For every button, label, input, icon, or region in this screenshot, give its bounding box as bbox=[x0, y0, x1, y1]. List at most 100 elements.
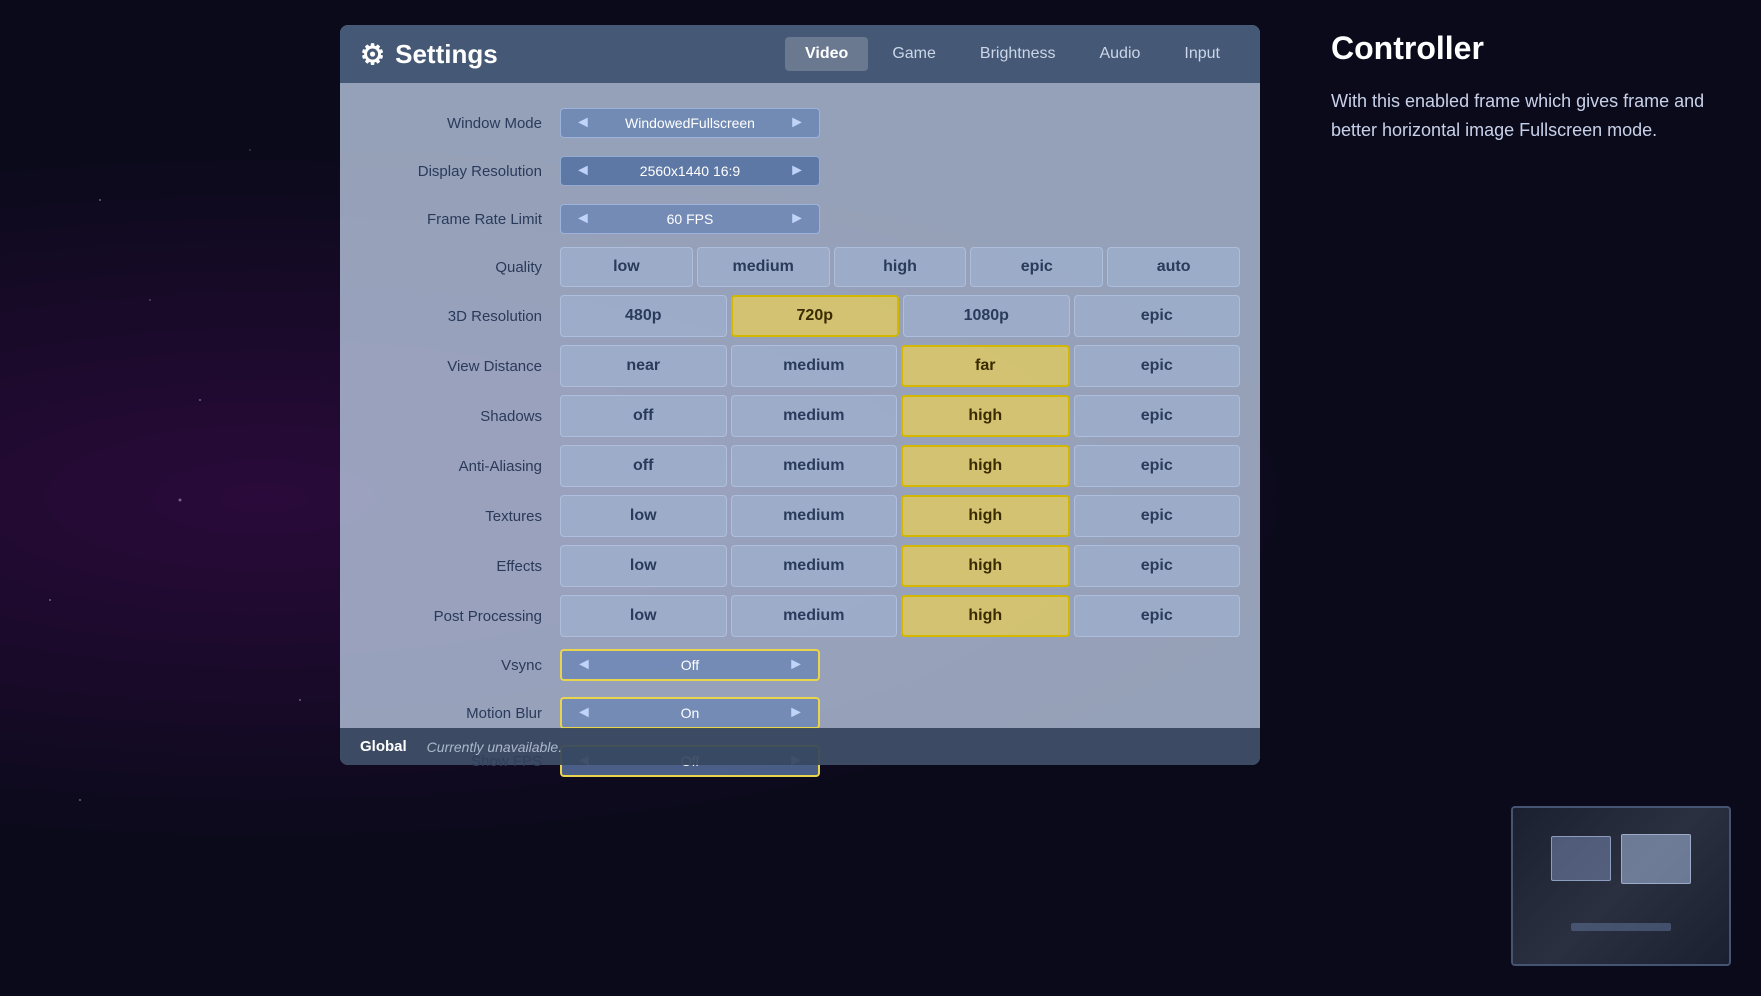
res-1080p[interactable]: 1080p bbox=[903, 295, 1070, 337]
settings-title: ⚙ Settings bbox=[360, 38, 498, 71]
view-distance-label: View Distance bbox=[360, 358, 560, 375]
monitor-right bbox=[1621, 834, 1691, 884]
tab-input[interactable]: Input bbox=[1164, 37, 1240, 71]
anti-aliasing-btn-row: off medium high epic bbox=[560, 445, 1240, 487]
motion-blur-value: On bbox=[596, 705, 784, 721]
monitor-left bbox=[1551, 836, 1611, 881]
post-processing-label: Post Processing bbox=[360, 608, 560, 625]
window-mode-next[interactable]: ► bbox=[785, 114, 809, 132]
quality-row: Quality low medium high epic auto bbox=[360, 247, 1240, 287]
display-resolution-value: 2560x1440 16:9 bbox=[595, 163, 785, 179]
vsync-value: Off bbox=[596, 657, 784, 673]
shadows-label: Shadows bbox=[360, 408, 560, 425]
motion-blur-row: Motion Blur ◄ On ► bbox=[360, 693, 1240, 733]
vsync-selector[interactable]: ◄ Off ► bbox=[560, 649, 820, 681]
textures-row: Textures low medium high epic bbox=[360, 495, 1240, 537]
ef-medium[interactable]: medium bbox=[731, 545, 898, 587]
quality-epic[interactable]: epic bbox=[970, 247, 1103, 287]
sh-high[interactable]: high bbox=[901, 395, 1070, 437]
aa-high[interactable]: high bbox=[901, 445, 1070, 487]
settings-content: Window Mode ◄ WindowedFullscreen ► Displ… bbox=[340, 83, 1260, 799]
anti-aliasing-label: Anti-Aliasing bbox=[360, 458, 560, 475]
quality-auto[interactable]: auto bbox=[1107, 247, 1240, 287]
pp-epic[interactable]: epic bbox=[1074, 595, 1241, 637]
3d-resolution-row: 3D Resolution 480p 720p 1080p epic bbox=[360, 295, 1240, 337]
vsync-row: Vsync ◄ Off ► bbox=[360, 645, 1240, 685]
motion-blur-prev[interactable]: ◄ bbox=[572, 704, 596, 722]
tx-low[interactable]: low bbox=[560, 495, 727, 537]
anti-aliasing-row: Anti-Aliasing off medium high epic bbox=[360, 445, 1240, 487]
aa-off[interactable]: off bbox=[560, 445, 727, 487]
motion-blur-selector[interactable]: ◄ On ► bbox=[560, 697, 820, 729]
display-resolution-next[interactable]: ► bbox=[785, 162, 809, 180]
tx-high[interactable]: high bbox=[901, 495, 1070, 537]
frame-rate-selector[interactable]: ◄ 60 FPS ► bbox=[560, 204, 820, 234]
tab-audio[interactable]: Audio bbox=[1079, 37, 1160, 71]
motion-blur-label: Motion Blur bbox=[360, 705, 560, 722]
desk-surface bbox=[1571, 923, 1671, 931]
nav-tabs: Video Game Brightness Audio Input bbox=[785, 37, 1240, 71]
sh-off[interactable]: off bbox=[560, 395, 727, 437]
effects-btn-row: low medium high epic bbox=[560, 545, 1240, 587]
pp-low[interactable]: low bbox=[560, 595, 727, 637]
quality-medium[interactable]: medium bbox=[697, 247, 830, 287]
textures-btn-row: low medium high epic bbox=[560, 495, 1240, 537]
pp-high[interactable]: high bbox=[901, 595, 1070, 637]
res-epic[interactable]: epic bbox=[1074, 295, 1241, 337]
panel-header: ⚙ Settings Video Game Brightness Audio I… bbox=[340, 25, 1260, 83]
window-mode-value: WindowedFullscreen bbox=[595, 115, 785, 131]
quality-label: Quality bbox=[360, 259, 560, 276]
webcam-inner bbox=[1513, 808, 1729, 964]
window-mode-row: Window Mode ◄ WindowedFullscreen ► bbox=[360, 103, 1240, 143]
sh-epic[interactable]: epic bbox=[1074, 395, 1241, 437]
res-720p[interactable]: 720p bbox=[731, 295, 900, 337]
ef-epic[interactable]: epic bbox=[1074, 545, 1241, 587]
tab-video[interactable]: Video bbox=[785, 37, 868, 71]
webcam-thumbnail bbox=[1511, 806, 1731, 966]
aa-epic[interactable]: epic bbox=[1074, 445, 1241, 487]
frame-rate-value: 60 FPS bbox=[595, 211, 785, 227]
display-resolution-selector[interactable]: ◄ 2560x1440 16:9 ► bbox=[560, 156, 820, 186]
pp-medium[interactable]: medium bbox=[731, 595, 898, 637]
vd-near[interactable]: near bbox=[560, 345, 727, 387]
window-mode-selector[interactable]: ◄ WindowedFullscreen ► bbox=[560, 108, 820, 138]
effects-label: Effects bbox=[360, 558, 560, 575]
quality-high[interactable]: high bbox=[834, 247, 967, 287]
vsync-next[interactable]: ► bbox=[784, 656, 808, 674]
window-mode-prev[interactable]: ◄ bbox=[571, 114, 595, 132]
vsync-prev[interactable]: ◄ bbox=[572, 656, 596, 674]
frame-rate-row: Frame Rate Limit ◄ 60 FPS ► bbox=[360, 199, 1240, 239]
window-mode-label: Window Mode bbox=[360, 115, 560, 132]
3d-resolution-btn-row: 480p 720p 1080p epic bbox=[560, 295, 1240, 337]
res-480p[interactable]: 480p bbox=[560, 295, 727, 337]
vd-far[interactable]: far bbox=[901, 345, 1070, 387]
frame-rate-next[interactable]: ► bbox=[785, 210, 809, 228]
vd-epic[interactable]: epic bbox=[1074, 345, 1241, 387]
aa-medium[interactable]: medium bbox=[731, 445, 898, 487]
settings-panel: ⚙ Settings Video Game Brightness Audio I… bbox=[340, 25, 1260, 765]
shadows-btn-row: off medium high epic bbox=[560, 395, 1240, 437]
ef-high[interactable]: high bbox=[901, 545, 1070, 587]
ef-low[interactable]: low bbox=[560, 545, 727, 587]
view-distance-row: View Distance near medium far epic bbox=[360, 345, 1240, 387]
frame-rate-prev[interactable]: ◄ bbox=[571, 210, 595, 228]
tx-epic[interactable]: epic bbox=[1074, 495, 1241, 537]
tx-medium[interactable]: medium bbox=[731, 495, 898, 537]
vd-medium[interactable]: medium bbox=[731, 345, 898, 387]
quality-low[interactable]: low bbox=[560, 247, 693, 287]
panel-footer: Global Currently unavailable. bbox=[340, 728, 1260, 765]
sh-medium[interactable]: medium bbox=[731, 395, 898, 437]
post-processing-row: Post Processing low medium high epic bbox=[360, 595, 1240, 637]
tab-game[interactable]: Game bbox=[872, 37, 956, 71]
display-resolution-label: Display Resolution bbox=[360, 163, 560, 180]
effects-row: Effects low medium high epic bbox=[360, 545, 1240, 587]
motion-blur-next[interactable]: ► bbox=[784, 704, 808, 722]
display-resolution-row: Display Resolution ◄ 2560x1440 16:9 ► bbox=[360, 151, 1240, 191]
footer-status: Currently unavailable. bbox=[427, 739, 562, 755]
controller-description: With this enabled frame which gives fram… bbox=[1331, 87, 1731, 145]
tab-brightness[interactable]: Brightness bbox=[960, 37, 1076, 71]
display-resolution-prev[interactable]: ◄ bbox=[571, 162, 595, 180]
webcam-desk bbox=[1531, 826, 1711, 946]
quality-btn-row: low medium high epic auto bbox=[560, 247, 1240, 287]
3d-resolution-label: 3D Resolution bbox=[360, 308, 560, 325]
